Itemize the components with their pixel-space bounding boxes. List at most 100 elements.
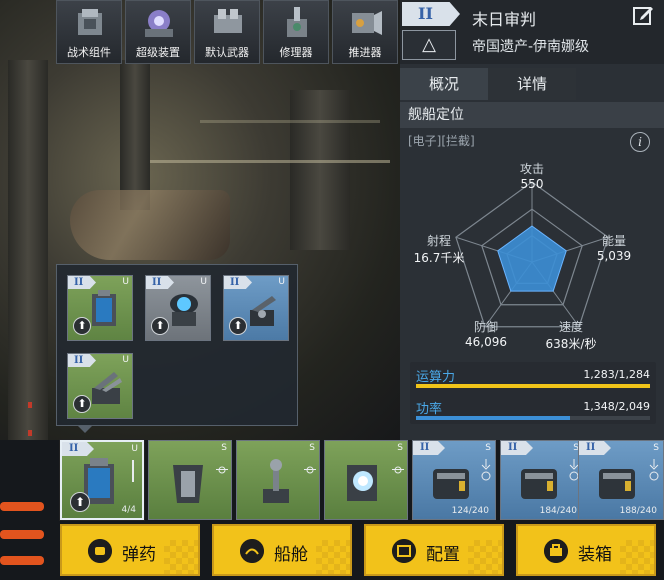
- config-button[interactable]: 配置: [364, 524, 504, 576]
- stat-value-defense: 46,096: [465, 335, 507, 349]
- popup-module[interactable]: II U ⬆: [67, 275, 133, 341]
- upgrade-icon[interactable]: ⬆: [73, 317, 91, 335]
- thruster-icon: [352, 11, 382, 35]
- ammo-icon: [88, 539, 112, 563]
- resource-bars: 运算力 1,283/1,284 功率 1,348/2,049: [410, 362, 656, 424]
- cannon-module-icon: [433, 469, 469, 499]
- slot-indicator-icon: [392, 466, 404, 474]
- role-tags: [电子][拦截]: [408, 134, 475, 148]
- stat-value-speed: 638米/秒: [545, 337, 597, 351]
- slot-indicator-icon: [481, 459, 491, 481]
- slot-type: U: [131, 444, 138, 454]
- info-icon[interactable]: i: [630, 132, 650, 152]
- antenna-module-icon: [263, 459, 289, 503]
- equipment-slot[interactable]: II U ⬆ 4/4: [60, 440, 144, 520]
- upgrade-icon[interactable]: ⬆: [151, 317, 169, 335]
- radar-fill: [497, 225, 567, 292]
- edit-icon[interactable]: [632, 4, 654, 26]
- compute-value: 1,283/1,284: [583, 368, 650, 381]
- top-slot-thruster[interactable]: 推进器: [332, 0, 398, 64]
- cabin-icon: [240, 539, 264, 563]
- side-indicator: [0, 530, 44, 539]
- side-indicator: [0, 556, 44, 565]
- ship-model[interactable]: [70, 190, 230, 260]
- popup-module[interactable]: II U ⬆: [67, 353, 133, 419]
- side-indicator: [0, 502, 44, 511]
- tier-badge: II: [402, 2, 460, 26]
- cannon-module-icon: [599, 469, 635, 499]
- module-picker-popup: II U ⬆ II U ⬆ II U ⬆ II U ⬆: [56, 264, 298, 433]
- tier-badge: II: [501, 441, 533, 455]
- top-slot-default-weapon[interactable]: 默认武器: [194, 0, 260, 64]
- equipment-slot[interactable]: S: [236, 440, 320, 520]
- tactical-component-icon: [78, 9, 102, 35]
- cannon-module-icon: [521, 469, 557, 499]
- slot-quantity: 188/240: [619, 506, 657, 516]
- action-label: 船舱: [274, 545, 308, 565]
- pack-icon: [544, 539, 568, 563]
- slot-quantity: 124/240: [451, 506, 489, 516]
- slot-quantity: 4/4: [121, 505, 136, 515]
- module-category-bar: 战术组件 超级装置 默认武器 修理器 推进器: [56, 0, 398, 64]
- ammo-button[interactable]: 弹药: [60, 524, 200, 576]
- action-label: 弹药: [122, 545, 156, 565]
- compute-label: 运算力: [416, 370, 456, 385]
- slot-indicator-icon: [304, 466, 316, 474]
- slot-indicator-icon: [216, 466, 228, 474]
- slot-type: S: [397, 443, 403, 453]
- popup-module[interactable]: II U ⬆: [223, 275, 289, 341]
- top-slot-label: 战术组件: [67, 46, 111, 59]
- launcher-module-icon: [92, 372, 122, 404]
- armor-module-icon: [92, 290, 116, 326]
- stat-label-range: 射程: [426, 234, 451, 248]
- tier-badge: II: [62, 442, 94, 456]
- slot-type: U: [200, 277, 207, 287]
- top-slot-super-device[interactable]: 超级装置: [125, 0, 191, 64]
- top-slot-repairer[interactable]: 修理器: [263, 0, 329, 64]
- ship-header: II △ 末日审判 帝国遗产-伊南娜级: [400, 0, 664, 64]
- top-slot-label: 修理器: [279, 46, 313, 59]
- stat-value-energy: 5,039: [596, 249, 632, 263]
- equipment-slot[interactable]: II S 184/240: [500, 440, 584, 520]
- equipment-slot[interactable]: S: [148, 440, 232, 520]
- upgrade-icon[interactable]: ⬆: [229, 317, 247, 335]
- stat-label-attack: 攻击: [519, 162, 544, 176]
- top-slot-tactical[interactable]: 战术组件: [56, 0, 122, 64]
- pack-button[interactable]: 装箱: [516, 524, 656, 576]
- stat-label-speed: 速度: [558, 320, 583, 334]
- compute-bar: 运算力 1,283/1,284: [410, 362, 656, 390]
- top-slot-label: 超级装置: [136, 46, 180, 59]
- power-fill: [416, 416, 570, 420]
- equipment-slot[interactable]: II S 124/240: [412, 440, 496, 520]
- slot-type: S: [221, 443, 227, 453]
- slot-type: U: [122, 355, 129, 365]
- hull-module-icon: [173, 465, 203, 503]
- popup-module[interactable]: II U ⬆: [145, 275, 211, 341]
- slot-type: U: [122, 277, 129, 287]
- power-value: 1,348/2,049: [583, 400, 650, 413]
- stat-label-energy: 能量: [601, 234, 626, 248]
- slot-quantity: 184/240: [539, 506, 577, 516]
- tab-overview[interactable]: 概况: [400, 68, 488, 100]
- top-slot-label: 推进器: [348, 46, 382, 59]
- upgrade-icon[interactable]: ⬆: [70, 492, 90, 512]
- compute-fill: [416, 384, 650, 388]
- collapse-button[interactable]: △: [402, 30, 456, 60]
- action-label: 装箱: [578, 545, 612, 565]
- slot-type: S: [309, 443, 315, 453]
- tab-details[interactable]: 详情: [488, 68, 576, 100]
- equipment-slot[interactable]: S: [324, 440, 408, 520]
- equipment-slot[interactable]: II S 188/240: [578, 440, 664, 520]
- info-tabs: 概况 详情: [400, 68, 664, 100]
- shield-module-icon: [170, 294, 198, 326]
- top-slot-label: 默认武器: [205, 46, 249, 59]
- stat-label-defense: 防御: [473, 320, 498, 334]
- cabin-button[interactable]: 船舱: [212, 524, 352, 576]
- upgrade-icon[interactable]: ⬆: [73, 395, 91, 413]
- tier-badge: II: [413, 441, 445, 455]
- stat-value-range: 16.7千米: [413, 251, 465, 265]
- tier-badge: II: [579, 441, 611, 455]
- power-bar: 功率 1,348/2,049: [410, 394, 656, 422]
- ship-class: 帝国遗产-伊南娜级: [472, 39, 590, 55]
- repairer-icon: [287, 7, 307, 37]
